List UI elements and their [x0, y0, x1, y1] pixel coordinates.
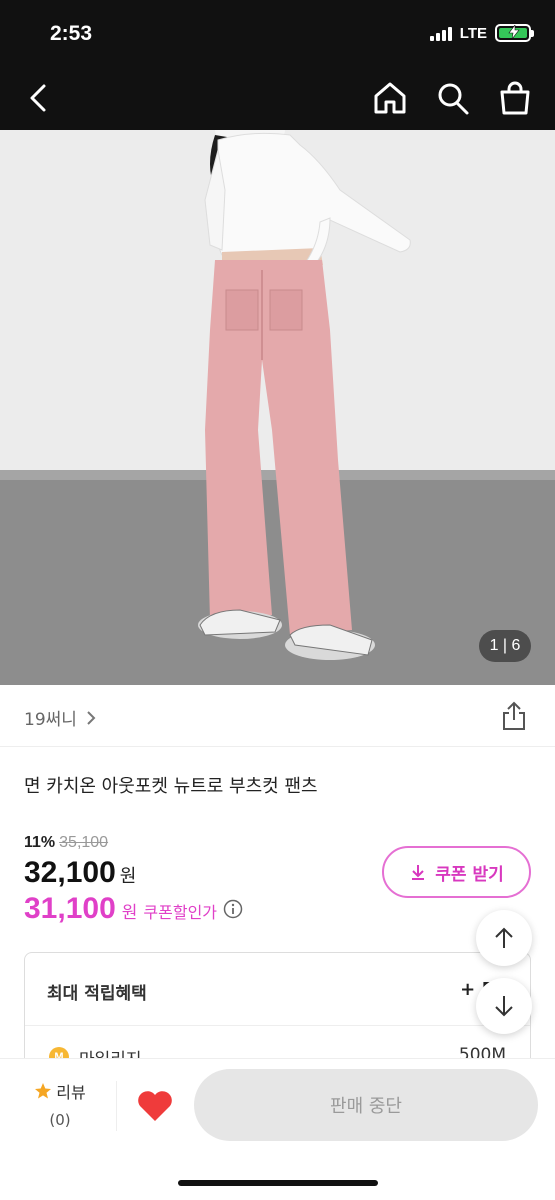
download-icon — [412, 865, 425, 880]
price-currency: 원 — [119, 866, 137, 887]
heart-icon[interactable] — [136, 1089, 174, 1123]
image-counter: 1 | 6 — [479, 630, 531, 662]
battery-icon — [495, 24, 534, 42]
bottom-action-bar: 리뷰 (0) 판매 중단 — [0, 1058, 555, 1200]
store-link[interactable]: 19써니 — [24, 705, 97, 730]
divider — [25, 1025, 530, 1026]
discount-rate: 11% — [24, 834, 56, 851]
discount-row: 11% 35,100 — [24, 834, 108, 852]
star-icon — [35, 1083, 52, 1099]
product-photo — [0, 130, 555, 685]
product-title: 면 카치온 아웃포켓 뉴트로 부츠컷 팬츠 — [24, 776, 318, 797]
arrow-down-icon — [495, 996, 513, 1017]
coupon-price: 31,100 — [24, 892, 116, 925]
review-count: (0) — [49, 1111, 71, 1129]
share-icon[interactable] — [501, 701, 527, 731]
get-coupon-button[interactable]: 쿠폰 받기 — [382, 846, 531, 898]
sale-stopped-button[interactable]: 판매 중단 — [194, 1069, 538, 1141]
status-indicators: LTE — [429, 24, 534, 42]
chevron-left-icon[interactable] — [24, 80, 54, 116]
coupon-currency: 원 — [121, 903, 138, 923]
scroll-top-button[interactable] — [476, 910, 532, 966]
arrow-up-icon — [495, 927, 513, 948]
review-label: 리뷰 — [56, 1083, 86, 1102]
store-name: 19써니 — [24, 710, 77, 730]
search-icon[interactable] — [436, 80, 470, 116]
price-row: 32,100 원 — [24, 856, 136, 890]
home-icon[interactable] — [372, 80, 408, 116]
signal-icon — [429, 25, 452, 41]
divider — [116, 1081, 117, 1131]
get-coupon-label: 쿠폰 받기 — [435, 864, 504, 885]
shopping-bag-icon[interactable] — [498, 80, 532, 116]
sale-price: 32,100 — [24, 856, 116, 889]
product-image[interactable]: 1 | 6 — [0, 130, 555, 685]
chevron-right-icon — [87, 710, 96, 725]
store-row[interactable]: 19써니 — [0, 685, 555, 747]
info-icon[interactable] — [223, 899, 243, 919]
review-button[interactable]: 리뷰 (0) — [30, 1079, 90, 1129]
coupon-price-label: 쿠폰할인가 — [143, 903, 218, 922]
benefit-title: 최대 적립혜택 — [47, 984, 147, 1004]
top-bar: 2:53 LTE — [0, 0, 555, 130]
network-label: LTE — [459, 24, 487, 42]
coupon-price-row: 31,100 원 쿠폰할인가 — [24, 892, 243, 926]
original-price: 35,100 — [59, 834, 109, 851]
status-time: 2:53 — [50, 22, 93, 45]
home-indicator — [178, 1180, 378, 1186]
scroll-bottom-button[interactable] — [476, 978, 532, 1034]
